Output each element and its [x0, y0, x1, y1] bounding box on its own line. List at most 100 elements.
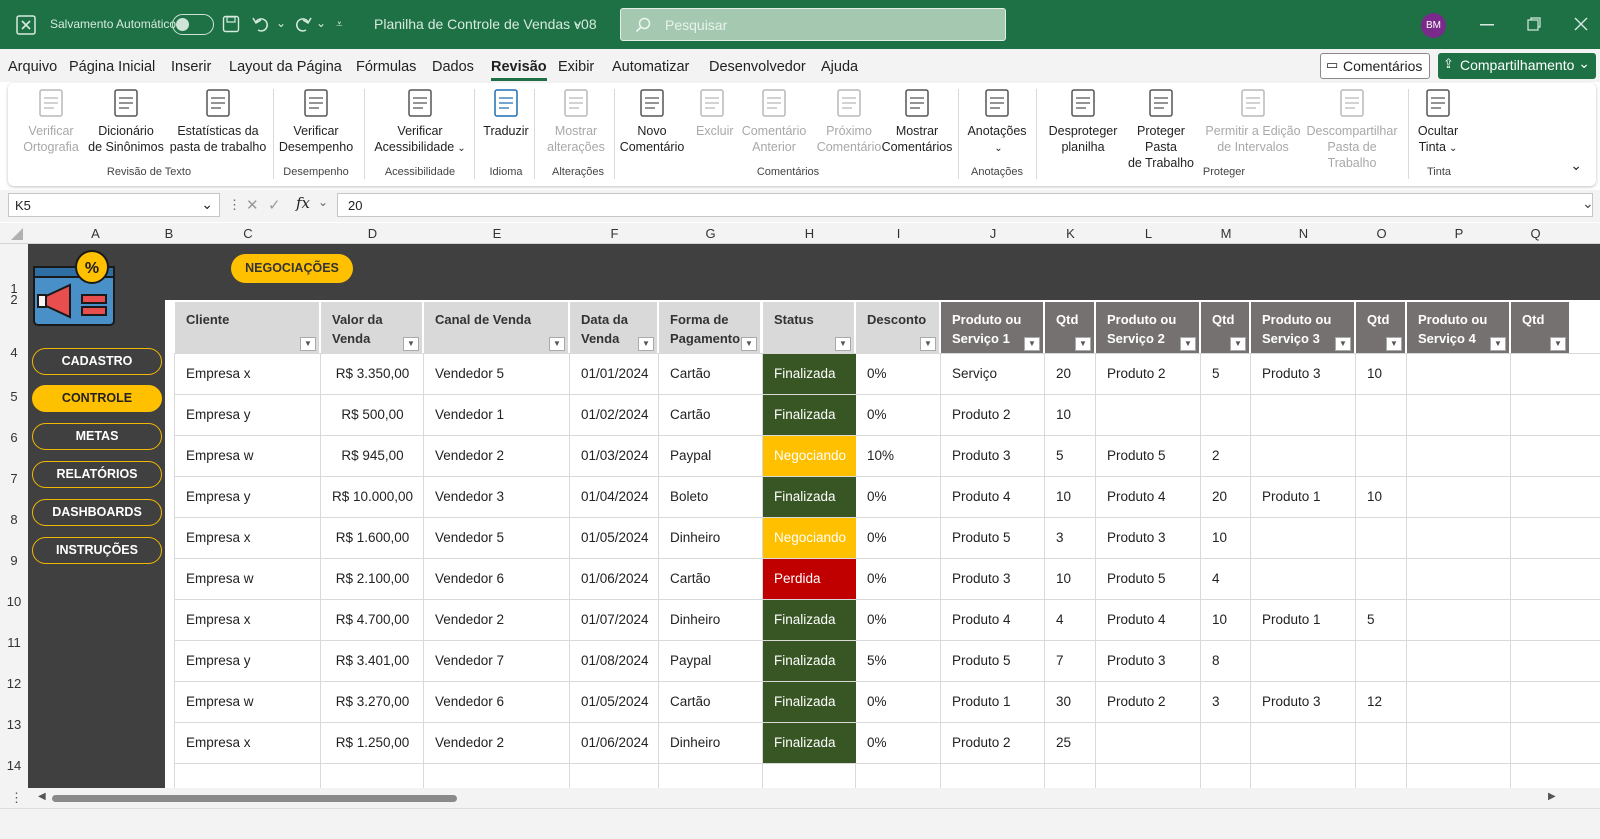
undo-dropdown-icon[interactable]: ⌄ — [276, 16, 286, 30]
ribbon-button-translate[interactable]: Traduzir — [480, 87, 532, 139]
filter-dropdown-icon[interactable]: ▼ — [1335, 337, 1351, 351]
minimize-icon[interactable] — [1480, 24, 1494, 26]
dropdown-chevron-icon[interactable]: ⌄ — [1449, 143, 1457, 154]
table-cell[interactable]: 25 — [1045, 723, 1096, 763]
table-cell[interactable]: Dinheiro — [659, 723, 762, 763]
table-cell[interactable]: 01/03/2024 — [570, 436, 659, 476]
file-name[interactable]: Planilha de Controle de Vendas v08 — [374, 16, 597, 32]
redo-icon[interactable] — [292, 15, 312, 33]
table-cell[interactable]: Paypal — [659, 436, 762, 476]
table-cell[interactable] — [1511, 723, 1571, 763]
table-cell[interactable]: Produto 2 — [1096, 354, 1201, 394]
ribbon-button-unshare-workbook[interactable]: Descompartilhar Pasta de Trabalho — [1302, 87, 1402, 171]
filter-dropdown-icon[interactable]: ▼ — [638, 337, 654, 351]
table-cell[interactable]: 0% — [856, 682, 941, 722]
status-badge[interactable]: Finalizada — [763, 600, 856, 640]
row-header-14[interactable]: 14 — [0, 758, 28, 773]
table-cell[interactable]: 20 — [1201, 477, 1251, 517]
row-header-2[interactable]: 2 — [0, 292, 28, 307]
name-box[interactable]: K5 ⌄ — [8, 193, 220, 217]
table-cell[interactable] — [1511, 477, 1571, 517]
table-cell[interactable]: 5 — [1201, 354, 1251, 394]
table-cell[interactable] — [1511, 354, 1571, 394]
close-icon[interactable] — [1574, 17, 1588, 31]
table-cell[interactable]: 7 — [1045, 641, 1096, 681]
status-badge[interactable]: Finalizada — [763, 354, 856, 394]
table-cell[interactable]: 01/06/2024 — [570, 559, 659, 599]
table-cell[interactable]: Produto 2 — [941, 723, 1045, 763]
table-cell[interactable] — [1251, 641, 1356, 681]
table-cell[interactable] — [1356, 723, 1407, 763]
insert-function-icon[interactable]: fx — [296, 194, 310, 212]
table-cell[interactable]: Produto 3 — [1096, 518, 1201, 558]
table-cell[interactable]: 01/07/2024 — [570, 600, 659, 640]
filter-dropdown-icon[interactable]: ▼ — [835, 337, 851, 351]
table-cell[interactable] — [1356, 641, 1407, 681]
table-cell[interactable]: R$ 2.100,00 — [321, 559, 424, 599]
worksheet[interactable]: % CADASTRO CONTROLE METAS RELATÓRIOS DASHBOA… — [28, 244, 1600, 804]
menu-fórmulas[interactable]: Fórmulas — [356, 59, 416, 75]
menu-desenvolvedor[interactable]: Desenvolvedor — [709, 59, 806, 75]
column-header-O[interactable]: O — [1356, 226, 1407, 241]
table-cell[interactable] — [1251, 518, 1356, 558]
table-cell[interactable]: Cartão — [659, 395, 762, 435]
table-cell[interactable]: Vendedor 7 — [424, 641, 570, 681]
table-cell[interactable]: 01/01/2024 — [570, 354, 659, 394]
table-cell[interactable]: Produto 4 — [1096, 477, 1201, 517]
table-cell[interactable] — [1356, 518, 1407, 558]
scroll-right-icon[interactable]: ▶ — [1548, 791, 1556, 802]
table-cell[interactable]: Vendedor 5 — [424, 354, 570, 394]
row-header-12[interactable]: 12 — [0, 676, 28, 691]
table-cell[interactable] — [1407, 723, 1511, 763]
table-cell[interactable] — [1251, 395, 1356, 435]
table-cell[interactable]: Empresa y — [175, 477, 321, 517]
comments-button[interactable]: ▭ Comentários — [1320, 53, 1430, 79]
table-cell[interactable]: R$ 1.600,00 — [321, 518, 424, 558]
table-cell[interactable]: Produto 4 — [1096, 600, 1201, 640]
save-icon[interactable] — [222, 15, 240, 33]
table-cell[interactable]: R$ 3.401,00 — [321, 641, 424, 681]
table-cell[interactable] — [1096, 395, 1201, 435]
table-cell[interactable]: 01/06/2024 — [570, 723, 659, 763]
filter-dropdown-icon[interactable]: ▼ — [1024, 337, 1040, 351]
table-cell[interactable]: Dinheiro — [659, 600, 762, 640]
table-cell[interactable]: Produto 5 — [941, 518, 1045, 558]
table-cell[interactable]: 5 — [1356, 600, 1407, 640]
table-cell[interactable]: Produto 5 — [1096, 436, 1201, 476]
table-cell[interactable]: R$ 1.250,00 — [321, 723, 424, 763]
table-cell[interactable]: Dinheiro — [659, 518, 762, 558]
table-cell[interactable]: Boleto — [659, 477, 762, 517]
table-cell[interactable]: 01/04/2024 — [570, 477, 659, 517]
nav-metas-button[interactable]: METAS — [32, 423, 162, 450]
share-dropdown-icon[interactable]: ⌄ — [1578, 55, 1590, 72]
table-cell[interactable] — [1511, 559, 1571, 599]
table-cell[interactable] — [1251, 436, 1356, 476]
table-cell[interactable]: Produto 3 — [1096, 641, 1201, 681]
table-cell[interactable] — [1356, 559, 1407, 599]
share-button[interactable]: ⇪ Compartilhamento ⌄ — [1438, 53, 1596, 79]
menu-inserir[interactable]: Inserir — [171, 59, 211, 75]
negociacoes-button[interactable]: NEGOCIAÇÕES — [231, 254, 353, 283]
menu-automatizar[interactable]: Automatizar — [612, 59, 689, 75]
ribbon-button-previous-comment[interactable]: Comentário Anterior — [740, 87, 808, 155]
table-cell[interactable]: Cartão — [659, 559, 762, 599]
table-cell[interactable]: 0% — [856, 600, 941, 640]
table-cell[interactable]: 0% — [856, 559, 941, 599]
menu-dados[interactable]: Dados — [432, 59, 474, 75]
filter-dropdown-icon[interactable]: ▼ — [403, 337, 419, 351]
table-cell[interactable]: 0% — [856, 395, 941, 435]
table-cell[interactable]: 5% — [856, 641, 941, 681]
table-cell[interactable]: 4 — [1045, 600, 1096, 640]
table-cell[interactable]: Produto 2 — [941, 395, 1045, 435]
filter-dropdown-icon[interactable]: ▼ — [741, 337, 757, 351]
table-cell[interactable] — [1511, 600, 1571, 640]
row-header-7[interactable]: 7 — [0, 471, 28, 486]
table-cell[interactable]: 10 — [1045, 559, 1096, 599]
table-cell[interactable]: 10 — [1356, 354, 1407, 394]
table-cell[interactable]: Produto 1 — [1251, 600, 1356, 640]
column-header-Q[interactable]: Q — [1511, 226, 1560, 241]
row-header-9[interactable]: 9 — [0, 553, 28, 568]
ribbon-button-delete-comment[interactable]: Excluir — [696, 87, 734, 139]
table-cell[interactable]: 10 — [1045, 477, 1096, 517]
ribbon-button-thesaurus[interactable]: Dicionário de Sinônimos — [88, 87, 164, 155]
